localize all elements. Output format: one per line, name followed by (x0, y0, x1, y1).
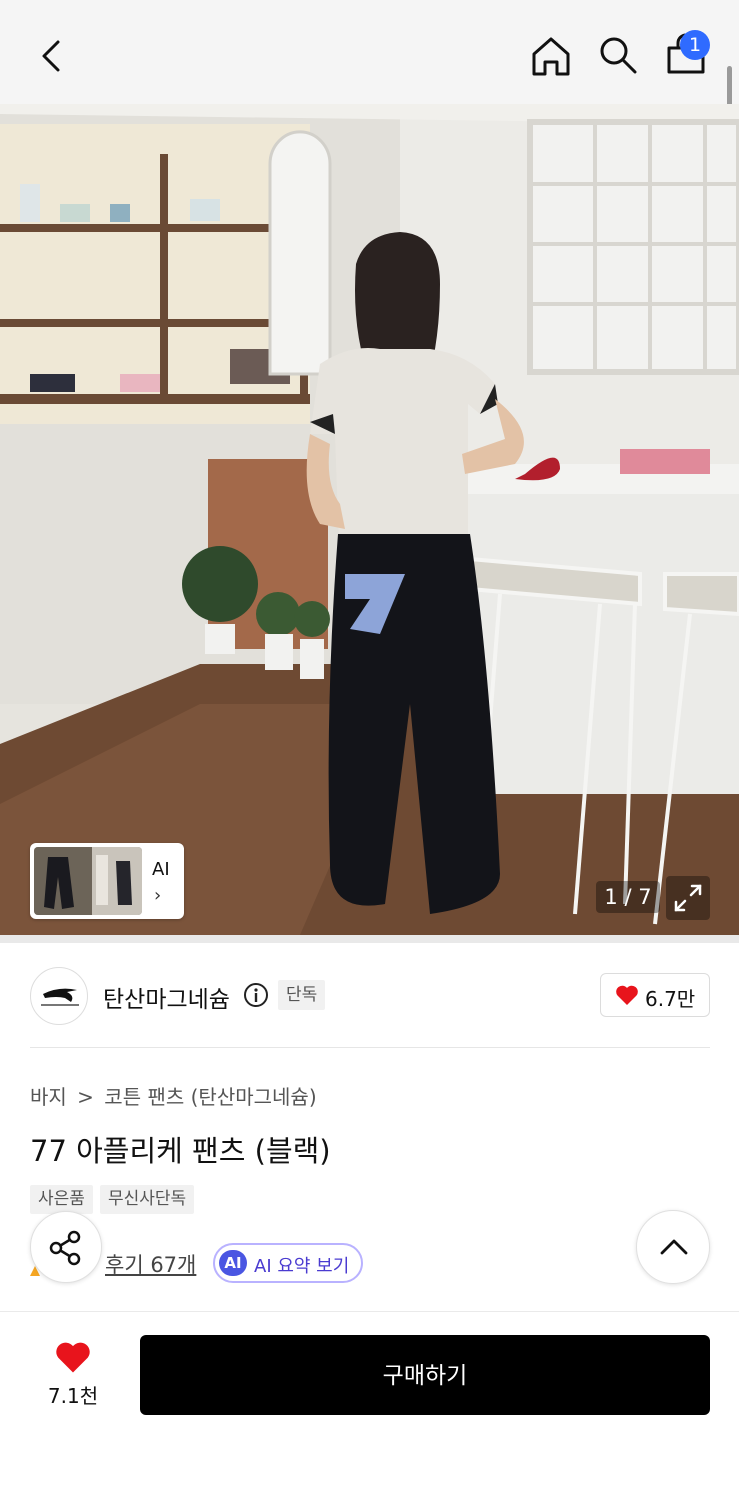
image-counter: 1 / 7 (596, 881, 660, 913)
tag-exclusive: 무신사단독 (100, 1185, 195, 1214)
product-title: 77 아플리케 팬츠 (블랙) (30, 1134, 331, 1168)
product-photo (0, 104, 739, 935)
brand-like-button[interactable]: 6.7만 (600, 973, 710, 1017)
exclusive-badge: 단독 (278, 980, 326, 1010)
chevron-right-icon: › (154, 885, 162, 906)
tag-gift: 사은품 (30, 1185, 93, 1214)
breadcrumb-separator: > (77, 1085, 94, 1109)
top-navigation-bar: 1 (0, 0, 739, 134)
ai-thumbnail-label: AI (152, 859, 170, 880)
section-divider (0, 935, 739, 943)
search-icon[interactable] (597, 34, 639, 76)
divider (30, 1047, 710, 1048)
scroll-to-top-button[interactable] (636, 1210, 710, 1284)
brand-like-count: 6.7만 (645, 987, 696, 1011)
share-button[interactable] (30, 1211, 102, 1283)
bottom-bar-divider (0, 1311, 739, 1312)
breadcrumb: 바지 > 코튼 팬츠 (탄산마그네슘) (30, 1081, 321, 1110)
share-icon (49, 1230, 81, 1266)
cart-count-badge: 1 (680, 30, 710, 60)
favorite-count: 7.1천 (47, 1384, 99, 1408)
brand-logo[interactable] (30, 967, 88, 1025)
back-chevron-icon[interactable] (36, 36, 70, 76)
ai-summary-button[interactable]: AI AI 요약 보기 (213, 1243, 363, 1283)
favorite-button[interactable]: 7.1천 (40, 1336, 106, 1408)
brand-name[interactable]: 탄산마그네슘 (103, 980, 230, 1014)
product-image-carousel[interactable] (0, 104, 739, 935)
info-icon[interactable] (243, 982, 269, 1008)
brand-logo-mark (41, 988, 79, 1006)
home-icon[interactable] (529, 34, 573, 78)
heart-icon (56, 1342, 90, 1373)
reviews-link[interactable]: 후기 67개 (105, 1249, 196, 1279)
ai-badge: AI (219, 1250, 247, 1276)
ai-thumbnail-image (34, 847, 142, 915)
breadcrumb-subcategory[interactable]: 코튼 팬츠 (탄산마그네슘) (104, 1085, 316, 1109)
expand-button[interactable] (666, 876, 710, 920)
heart-icon (616, 985, 638, 1005)
breadcrumb-category[interactable]: 바지 (30, 1085, 67, 1109)
ai-summary-label: AI 요약 보기 (254, 1256, 350, 1277)
buy-button[interactable]: 구매하기 (140, 1335, 710, 1415)
chevron-up-icon (660, 1239, 688, 1255)
expand-icon (674, 884, 702, 912)
ai-styling-thumbnail[interactable]: AI › (30, 843, 184, 919)
